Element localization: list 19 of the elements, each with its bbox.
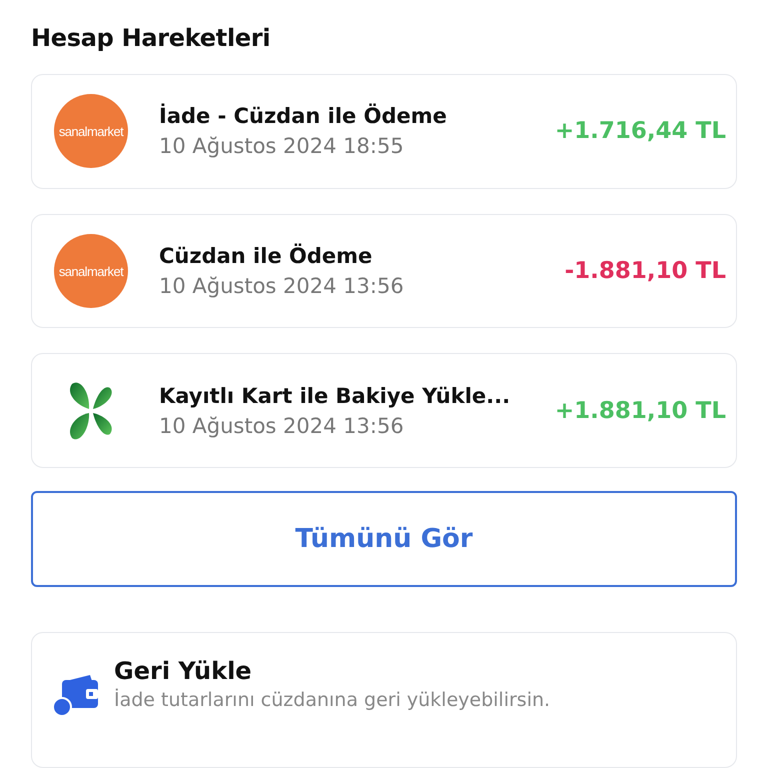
transaction-name: İade - Cüzdan ile Ödeme [159,104,448,128]
refund-title: Geri Yükle [114,657,253,686]
transaction-amount: +1.716,44 TL [554,118,726,144]
logo-text: sanalmarket [58,264,124,279]
transaction-card[interactable]: sanalmarket Cüzdan ile Ödeme 10 Ağustos 2024 13:56 -1.881,10 TL [31,214,737,328]
transaction-amount: +1.881,10 TL [554,398,726,424]
transaction-card[interactable]: sanalmarket İade - Cüzdan ile Ödeme 10 Ağustos 2024 18:55 +1.716,44 TL [31,74,737,189]
transaction-name: Cüzdan ile Ödeme [159,244,374,268]
transaction-date: 10 Ağustos 2024 13:56 [159,274,405,298]
transaction-date: 10 Ağustos 2024 18:55 [159,134,405,158]
see-all-button[interactable]: Tümünü Gör [31,491,737,588]
refund-description: İade tutarlarını cüzdanına geri yükleyebilirsin. [114,689,550,712]
logo-text: sanalmarket [58,124,124,139]
transaction-amount: -1.881,10 TL [564,258,726,284]
section-title: Hesap Hareketleri [31,24,272,52]
refund-card[interactable]: Geri Yükle İade tutarlarını cüzdanına geri yükleyebilirsin. [31,632,737,768]
transaction-card[interactable]: Kayıtlı Kart ile Bakiye Yükle... 10 Ağustos 2024 13:56 +1.881,10 TL [31,353,737,468]
transaction-date: 10 Ağustos 2024 13:56 [159,414,405,438]
transaction-name: Kayıtlı Kart ile Bakiye Yükle... [159,384,512,408]
